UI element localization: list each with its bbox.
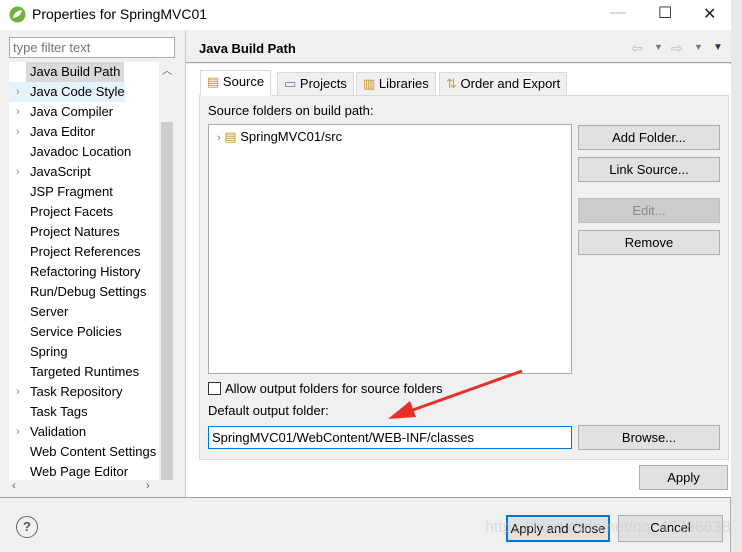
sidebar-item[interactable]: › Java Code Style [9,82,125,102]
sidebar-item[interactable]: Java Build Path [26,62,125,82]
close-button[interactable]: ✕ [703,4,716,24]
sidebar-item-label: Web Content Settings [30,444,157,459]
tab-source[interactable]: ▤ Source [200,70,272,96]
sidebar-item-label: Javadoc Location [30,144,132,159]
sidebar-item[interactable]: › Task Repository [9,382,159,402]
expand-chevron-icon[interactable]: › [16,82,20,102]
forward-menu-icon[interactable]: ▼ [694,42,703,52]
sidebar-item-label: Project References [30,244,141,259]
sidebar-item[interactable]: Javadoc Location [9,142,159,162]
maximize-button[interactable]: ☐ [658,3,672,23]
back-menu-icon[interactable]: ▼ [654,42,663,52]
help-button[interactable]: ? [16,516,38,538]
window-title: Properties for SpringMVC01 [32,6,208,22]
remove-button[interactable]: Remove [578,230,720,255]
sidebar-item-label: Service Policies [30,324,122,339]
background-outside [731,0,742,552]
sidebar-item-label: Java Compiler [30,104,114,119]
back-arrow-icon[interactable]: ⇦ [631,40,643,57]
edit-button[interactable]: Edit... [578,198,720,223]
scrollbar-thumb[interactable] [161,122,173,480]
libraries-icon: ▥ [363,76,376,91]
sidebar-item[interactable]: Spring [9,342,159,362]
sidebar-item[interactable]: Web Content Settings [9,442,159,462]
sidebar-item[interactable]: Project Natures [9,222,159,242]
link-source-button[interactable]: Link Source... [578,157,720,182]
sidebar-item-label: Server [30,304,69,319]
sidebar-item[interactable]: › Validation [9,422,159,442]
sidebar-item[interactable]: Service Policies [9,322,159,342]
tab-projects[interactable]: ▭ Projects [277,72,354,96]
sidebar-item[interactable]: › Java Compiler [9,102,159,122]
sidebar-item-label: Project Facets [30,204,114,219]
sidebar-item-label: JavaScript [30,164,91,179]
title-bar: Properties for SpringMVC01 — ☐ ✕ [0,0,731,30]
sidebar-item-label: Task Repository [30,384,123,399]
scroll-left-icon[interactable]: ‹ [12,480,16,492]
sidebar-item[interactable]: Server [9,302,159,322]
sidebar-item-label: Java Build Path [30,64,121,79]
source-folder-label: SpringMVC01/src [240,129,343,144]
expand-chevron-icon[interactable]: › [16,382,20,402]
forward-arrow-icon[interactable]: ⇨ [671,40,683,57]
sidebar-item[interactable]: Targeted Runtimes [9,362,159,382]
sidebar-item[interactable]: JSP Fragment [9,182,159,202]
default-output-label: Default output folder: [208,403,329,418]
sidebar-item-label: Targeted Runtimes [30,364,140,379]
source-folders-label: Source folders on build path: [208,103,374,118]
default-output-input[interactable]: SpringMVC01/WebContent/WEB-INF/classes [208,426,572,449]
sidebar-item-label: Project Natures [30,224,120,239]
filter-input[interactable] [9,37,175,58]
sidebar-item[interactable]: Task Tags [9,402,159,422]
annotation-arrow-icon [388,369,523,419]
sidebar-item-label: Validation [30,424,87,439]
order-export-icon: ⇅ [446,76,457,91]
sidebar-item-label: JSP Fragment [30,184,113,199]
sidebar-item[interactable]: Project Facets [9,202,159,222]
add-folder-button[interactable]: Add Folder... [578,125,720,150]
scroll-up-icon[interactable]: ︿ [162,62,172,77]
expand-chevron-icon[interactable]: › [217,132,221,144]
folder-icon: ▤ [207,74,220,89]
watermark: https://blog.csdn.net/qq_42288638 [485,519,731,536]
preference-tree: Java Build Path › Java Code Style › Java Com… [9,62,175,480]
tab-label: Source [222,74,265,89]
page-title: Java Build Path [199,41,296,56]
tab-label: Libraries [378,76,429,91]
sidebar-item[interactable]: › JavaScript [9,162,159,182]
package-folder-icon: ▤ [224,129,237,144]
sidebar-item-label: Task Tags [30,404,88,419]
sidebar-item-label: Java Code Style [30,84,125,99]
apply-button[interactable]: Apply [639,465,728,490]
tab-label: Projects [299,76,347,91]
browse-button[interactable]: Browse... [578,425,720,450]
tab-order-export[interactable]: ⇅ Order and Export [439,72,568,96]
sidebar-item[interactable]: Web Page Editor [9,462,159,480]
horizontal-scrollbar[interactable]: ‹ › [9,480,175,496]
scroll-right-icon[interactable]: › [146,480,150,492]
spring-logo-icon [9,6,26,23]
sidebar-item[interactable]: › Java Editor [9,122,159,142]
source-folder-item[interactable]: › ▤ SpringMVC01/src [217,129,342,145]
expand-chevron-icon[interactable]: › [16,122,20,142]
sidebar-item-label: Web Page Editor [30,464,129,479]
sidebar-item-label: Refactoring History [30,264,141,279]
expand-chevron-icon[interactable]: › [16,102,20,122]
projects-icon: ▭ [284,76,297,91]
tab-label: Order and Export [460,76,561,91]
sidebar-item-label: Spring [30,344,68,359]
tab-libraries[interactable]: ▥ Libraries [356,72,436,96]
footer-divider [0,497,731,498]
view-menu-icon[interactable]: ▼ [713,42,723,53]
minimize-button[interactable]: — [610,4,626,22]
sidebar-item[interactable]: Run/Debug Settings [9,282,159,302]
sidebar-item[interactable]: Project References [9,242,159,262]
sidebar-item-label: Java Editor [30,124,96,139]
sidebar-item-label: Run/Debug Settings [30,284,147,299]
expand-chevron-icon[interactable]: › [16,162,20,182]
sidebar-item[interactable]: Refactoring History [9,262,159,282]
allow-output-checkbox[interactable] [208,382,221,395]
expand-chevron-icon[interactable]: › [16,422,20,442]
source-folders-tree[interactable]: › ▤ SpringMVC01/src [208,124,572,374]
